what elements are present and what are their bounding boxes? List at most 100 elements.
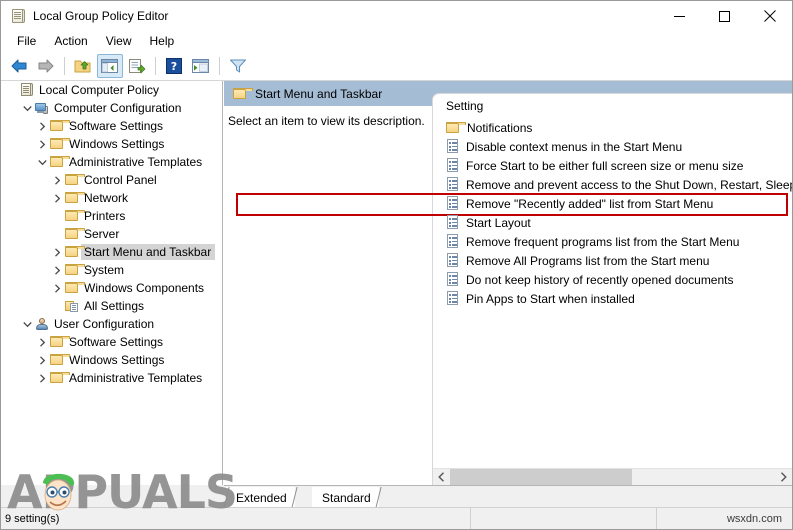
window-controls [657,1,792,31]
tree-item-windows-settings[interactable]: Windows Settings [1,135,222,153]
setting-row[interactable]: Do not keep history of recently opened d… [433,270,792,289]
console-tree-pane[interactable]: Local Computer Policy Computer Configurat… [1,81,223,485]
chevron-right-icon[interactable] [50,279,64,297]
tree-item-label: Administrative Templates [69,371,203,385]
window-title: Local Group Policy Editor [33,9,169,23]
status-watermark-url: wsxdn.com [726,512,782,525]
setting-row[interactable]: Remove and prevent access to the Shut Do… [433,175,792,194]
tree-item-network[interactable]: Network [1,189,222,207]
policy-setting-icon [446,139,460,154]
status-count: 9 setting(s) [1,507,471,529]
setting-row[interactable]: Remove frequent programs list from the S… [433,232,792,251]
setting-row[interactable]: Notifications [433,118,792,137]
policy-setting-icon [446,272,460,287]
tree-item-windows-components[interactable]: Windows Components [1,279,222,297]
menu-action[interactable]: Action [45,32,96,51]
scrollbar-thumb[interactable] [450,468,632,485]
filter-button[interactable] [225,54,251,78]
menu-view[interactable]: View [97,32,141,51]
chevron-left-icon[interactable] [433,468,450,485]
tree-item-label: Windows Settings [69,353,165,367]
menu-bar: File Action View Help [1,31,792,52]
setting-row[interactable]: Remove All Programs list from the Start … [433,251,792,270]
tree-item-all-settings[interactable]: All Settings [1,297,222,315]
chevron-right-icon[interactable] [775,468,792,485]
chevron-right-icon[interactable] [50,171,64,189]
tree-item-printers[interactable]: Printers [1,207,222,225]
folder-icon [64,262,85,278]
chevron-right-icon[interactable] [35,135,49,153]
view-tabs: Extended Standard [223,485,792,508]
settings-list[interactable]: Notifications Disable context menus in th… [236,118,792,308]
tree-item-software-settings[interactable]: Software Settings [1,333,222,351]
tree-item-software-settings[interactable]: Software Settings [1,117,222,135]
tab-extended[interactable]: Extended [223,487,298,508]
setting-row[interactable]: Remove "Recently added" list from Start … [236,193,792,216]
folder-icon [64,190,85,206]
tree-item-user-configuration[interactable]: User Configuration [1,315,222,333]
tree-item-server[interactable]: Server [1,225,222,243]
scrollbar-track[interactable] [450,468,775,485]
show-hide-console-tree-button[interactable] [97,54,123,78]
policy-setting-icon [446,253,460,268]
chevron-right-icon[interactable] [35,369,49,387]
chevron-right-icon[interactable] [50,243,64,261]
status-cell-middle [471,507,657,529]
menu-help[interactable]: Help [141,32,184,51]
setting-label: Pin Apps to Start when installed [466,291,635,306]
chevron-down-icon[interactable] [20,99,34,117]
setting-row[interactable]: Pin Apps to Start when installed [433,289,792,308]
description-text: Select an item to view its description. [228,114,425,128]
tree-item-label: Start Menu and Taskbar [81,244,216,260]
tree-item-label: Computer Configuration [54,101,182,115]
close-button[interactable] [747,1,792,31]
column-header-setting[interactable]: Setting [433,94,792,118]
policy-scroll-icon [19,82,35,98]
chevron-right-icon[interactable] [50,189,64,207]
chevron-down-icon[interactable] [35,153,49,171]
toolbar-separator [219,57,220,75]
folder-icon [49,118,70,134]
setting-row[interactable]: Force Start to be either full screen siz… [433,156,792,175]
tree-item-system[interactable]: System [1,261,222,279]
horizontal-scrollbar[interactable] [433,468,792,485]
minimize-button[interactable] [657,1,702,31]
folder-icon [64,226,85,242]
chevron-right-icon[interactable] [50,261,64,279]
back-button[interactable] [6,54,32,78]
tree-item-local-computer-policy[interactable]: Local Computer Policy [1,81,222,99]
setting-label: Remove "Recently added" list from Start … [466,196,714,211]
forward-button[interactable] [33,54,59,78]
menu-file[interactable]: File [8,32,45,51]
tree-item-computer-configuration[interactable]: Computer Configuration [1,99,222,117]
folder-icon [49,370,70,386]
chevron-down-icon[interactable] [20,315,34,333]
tree-item-label: Local Computer Policy [39,83,160,97]
setting-label: Force Start to be either full screen siz… [466,158,744,173]
setting-row[interactable]: Disable context menus in the Start Menu [433,137,792,156]
folder-icon [446,121,466,135]
setting-row[interactable]: Start Layout [433,213,792,232]
help-button[interactable]: ? [161,54,187,78]
policy-setting-icon [446,196,460,211]
setting-label: Start Layout [466,215,531,230]
group-policy-scroll-icon [10,8,26,24]
up-one-level-button[interactable] [70,54,96,78]
tree-item-administrative-templates[interactable]: Administrative Templates [1,153,222,171]
chevron-right-icon[interactable] [35,333,49,351]
maximize-button[interactable] [702,1,747,31]
properties-button[interactable] [188,54,214,78]
export-list-button[interactable] [124,54,150,78]
tab-standard[interactable]: Standard [312,487,382,508]
folder-icon [64,280,85,296]
tree-item-administrative-templates[interactable]: Administrative Templates [1,369,222,387]
user-icon [34,316,50,332]
chevron-right-icon[interactable] [35,351,49,369]
tree-item-windows-settings[interactable]: Windows Settings [1,351,222,369]
policy-setting-icon [446,215,460,230]
tree-item-start-menu-and-taskbar[interactable]: Start Menu and Taskbar [1,243,222,261]
folder-icon [64,208,85,224]
chevron-right-icon[interactable] [35,117,49,135]
pane-header-title: Start Menu and Taskbar [255,86,383,101]
tree-item-control-panel[interactable]: Control Panel [1,171,222,189]
